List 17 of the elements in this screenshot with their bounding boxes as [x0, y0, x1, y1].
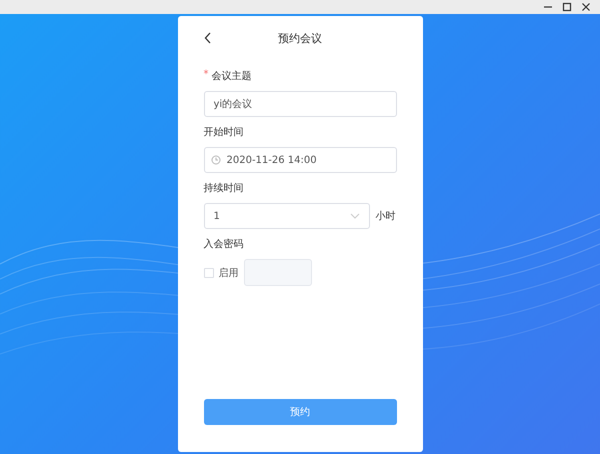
field-label: 持续时间: [204, 182, 244, 195]
checkbox-label: 启用: [218, 266, 238, 280]
maximize-icon[interactable]: [562, 2, 572, 12]
dropdown[interactable]: 1: [204, 203, 370, 229]
close-icon[interactable]: [581, 2, 591, 12]
unit-label: 小时: [376, 210, 396, 223]
dialog-title: 预约会议: [278, 30, 322, 46]
required-mark: *: [204, 69, 208, 82]
clock-icon: [210, 155, 220, 165]
field-label: 开始时间: [204, 126, 244, 139]
field-label: 入会密码: [204, 238, 244, 251]
chevron-down-icon: [350, 213, 360, 219]
checkbox[interactable]: [204, 268, 214, 278]
date-time-field[interactable]: 2020-11-26 14:00: [204, 147, 396, 173]
input-field[interactable]: yi的会议: [204, 91, 396, 117]
field-label: 会议主题: [212, 70, 252, 83]
back-icon[interactable]: [204, 32, 212, 44]
